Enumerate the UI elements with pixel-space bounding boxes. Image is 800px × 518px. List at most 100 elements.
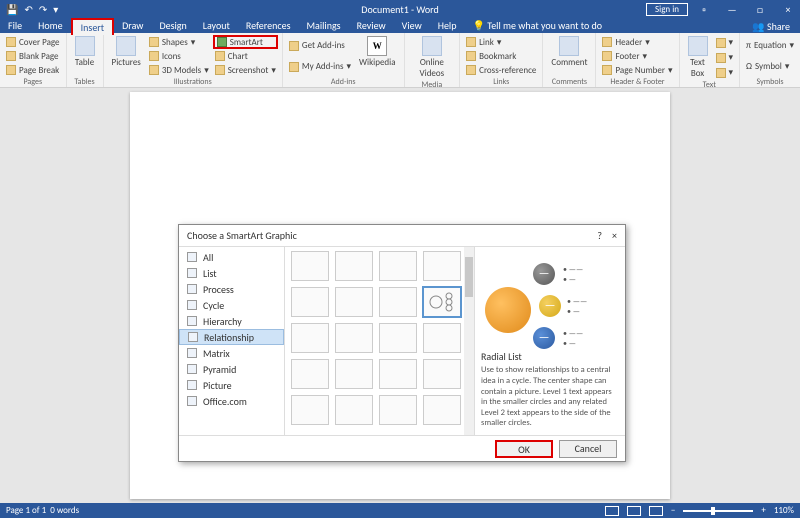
close-icon[interactable]: ×: [776, 3, 800, 16]
screenshot-button[interactable]: Screenshot ▾: [213, 63, 278, 77]
gallery-thumb[interactable]: [291, 323, 329, 353]
dialog-help-icon[interactable]: ?: [597, 229, 602, 242]
link-button[interactable]: Link ▾: [464, 35, 538, 49]
print-layout-icon[interactable]: [627, 506, 641, 516]
symbol-button[interactable]: Ω Symbol ▾: [744, 60, 796, 74]
gallery-thumb[interactable]: [291, 359, 329, 389]
gallery-thumb[interactable]: [335, 251, 373, 281]
shapes-button[interactable]: Shapes ▾: [147, 35, 211, 49]
gallery-thumb[interactable]: [335, 359, 373, 389]
gallery-thumb[interactable]: [379, 359, 417, 389]
category-relationship[interactable]: Relationship: [179, 329, 284, 345]
wikipedia-button[interactable]: WWikipedia: [355, 35, 400, 77]
equation-button[interactable]: π Equation ▾: [744, 39, 796, 53]
group-header-footer: Header ▾ Footer ▾ Page Number ▾ Header &…: [596, 33, 679, 87]
maximize-icon[interactable]: □: [748, 3, 772, 16]
scrollbar-thumb[interactable]: [465, 257, 473, 297]
tab-review[interactable]: Review: [349, 18, 394, 33]
gallery-thumb[interactable]: [379, 251, 417, 281]
page-number-button[interactable]: Page Number ▾: [600, 63, 674, 77]
gallery-thumb[interactable]: [423, 359, 461, 389]
tab-mailings[interactable]: Mailings: [298, 18, 348, 33]
get-addins-button[interactable]: Get Add-ins: [287, 39, 353, 53]
save-icon[interactable]: 💾: [6, 3, 18, 16]
group-illustrations: Pictures Shapes ▾ Icons 3D Models ▾ Smar…: [104, 33, 283, 87]
cancel-button[interactable]: Cancel: [559, 440, 617, 458]
gallery-thumb[interactable]: [423, 395, 461, 425]
comment-button[interactable]: Comment: [547, 35, 591, 77]
tab-view[interactable]: View: [394, 18, 430, 33]
dialog-close-icon[interactable]: ×: [612, 229, 617, 242]
tab-home[interactable]: Home: [30, 18, 70, 33]
page-break-button[interactable]: Page Break: [4, 63, 62, 77]
online-video-button[interactable]: Online Videos: [409, 35, 456, 80]
zoom-in-button[interactable]: +: [761, 505, 765, 516]
gallery-thumb[interactable]: [335, 323, 373, 353]
document-title: Document1 - Word: [361, 3, 438, 16]
gallery-thumb[interactable]: [291, 251, 329, 281]
smartart-button[interactable]: SmartArt: [213, 35, 278, 49]
page-status[interactable]: Page 1 of 1: [6, 505, 46, 516]
sign-in-button[interactable]: Sign in: [646, 3, 688, 16]
quick-parts-button[interactable]: ▾: [714, 36, 736, 50]
qat-customize-icon[interactable]: ▾: [53, 3, 58, 16]
minimize-icon[interactable]: —: [720, 3, 744, 16]
category-process[interactable]: Process: [179, 281, 284, 297]
tab-help[interactable]: Help: [430, 18, 465, 33]
tab-design[interactable]: Design: [151, 18, 194, 33]
tab-references[interactable]: References: [238, 18, 299, 33]
gallery-thumb[interactable]: [423, 323, 461, 353]
gallery-thumb[interactable]: [291, 395, 329, 425]
cross-reference-button[interactable]: Cross-reference: [464, 63, 538, 77]
blank-page-button[interactable]: Blank Page: [4, 49, 62, 63]
tab-file[interactable]: File: [0, 18, 30, 33]
gallery-thumb-selected[interactable]: [423, 287, 461, 317]
tab-insert[interactable]: Insert: [71, 18, 115, 35]
group-label-hf: Header & Footer: [600, 77, 674, 87]
share-button[interactable]: 👥 Share: [746, 20, 796, 33]
icons-button[interactable]: Icons: [147, 49, 211, 63]
tab-draw[interactable]: Draw: [114, 18, 151, 33]
gallery-thumb[interactable]: [335, 287, 373, 317]
gallery-thumb[interactable]: [379, 323, 417, 353]
tell-me[interactable]: 💡 Tell me what you want to do: [464, 18, 610, 33]
zoom-slider[interactable]: [683, 510, 753, 512]
category-pyramid[interactable]: Pyramid: [179, 361, 284, 377]
category-all[interactable]: All: [179, 249, 284, 265]
category-office-com[interactable]: Office.com: [179, 393, 284, 409]
category-list[interactable]: List: [179, 265, 284, 281]
tab-layout[interactable]: Layout: [195, 18, 238, 33]
gallery-thumb[interactable]: [423, 251, 461, 281]
gallery-scrollbar[interactable]: [464, 247, 474, 435]
my-addins-button[interactable]: My Add-ins ▾: [287, 60, 353, 74]
gallery-thumb[interactable]: [335, 395, 373, 425]
header-button[interactable]: Header ▾: [600, 35, 674, 49]
3d-models-button[interactable]: 3D Models ▾: [147, 63, 211, 77]
wordart-button[interactable]: ▾: [714, 51, 736, 65]
ok-button[interactable]: OK: [495, 440, 553, 458]
gallery-thumb[interactable]: [379, 287, 417, 317]
zoom-out-button[interactable]: −: [671, 505, 675, 516]
web-layout-icon[interactable]: [649, 506, 663, 516]
category-picture[interactable]: Picture: [179, 377, 284, 393]
word-count[interactable]: 0 words: [50, 505, 79, 516]
redo-icon[interactable]: ↷: [39, 3, 47, 16]
zoom-level[interactable]: 110%: [774, 505, 794, 516]
table-button[interactable]: Table: [71, 35, 99, 77]
drop-cap-button[interactable]: ▾: [714, 66, 736, 80]
category-hierarchy[interactable]: Hierarchy: [179, 313, 284, 329]
undo-icon[interactable]: ↶: [24, 3, 32, 16]
category-cycle[interactable]: Cycle: [179, 297, 284, 313]
text-box-button[interactable]: Text Box: [684, 35, 712, 80]
gallery-thumb[interactable]: [291, 287, 329, 317]
category-matrix[interactable]: Matrix: [179, 345, 284, 361]
gallery-thumb[interactable]: [379, 395, 417, 425]
read-mode-icon[interactable]: [605, 506, 619, 516]
footer-button[interactable]: Footer ▾: [600, 49, 674, 63]
bookmark-button[interactable]: Bookmark: [464, 49, 538, 63]
ribbon-options-icon[interactable]: ▫: [692, 3, 716, 16]
group-symbols: π Equation ▾ Ω Symbol ▾ Symbols: [740, 33, 800, 87]
chart-button[interactable]: Chart: [213, 49, 278, 63]
cover-page-button[interactable]: Cover Page: [4, 35, 62, 49]
pictures-button[interactable]: Pictures: [108, 35, 145, 77]
